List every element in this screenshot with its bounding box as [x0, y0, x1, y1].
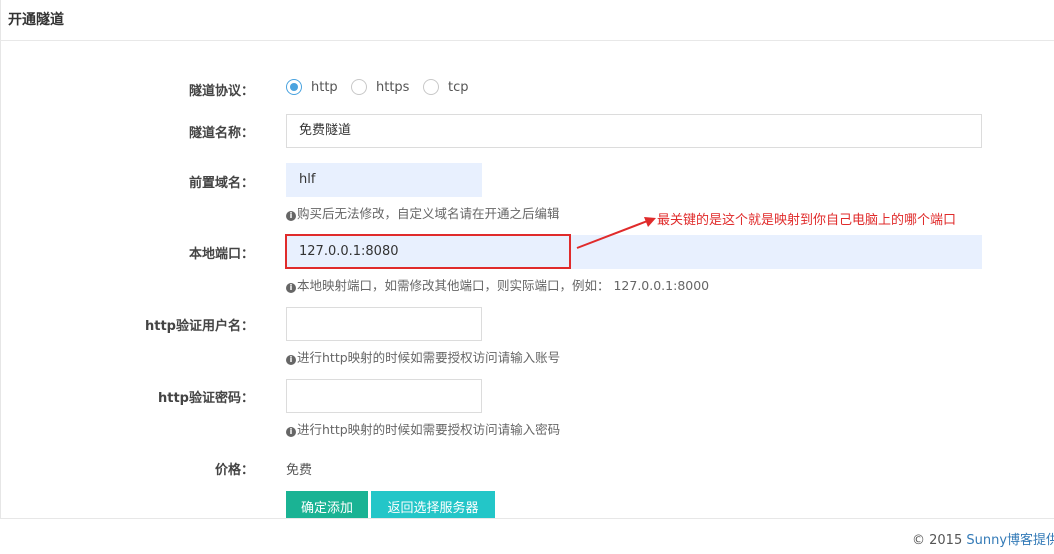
info-circle-icon: i: [286, 427, 296, 437]
radio-http[interactable]: [286, 79, 302, 95]
http-user-label: http验证用户名：: [145, 319, 254, 334]
domain-input[interactable]: hlf: [286, 163, 482, 197]
radio-https[interactable]: [351, 79, 367, 95]
domain-help: i 购买后无法修改，自定义域名请在开通之后编辑: [286, 203, 560, 222]
info-circle-icon: i: [286, 211, 296, 221]
domain-label: 前置域名：: [188, 176, 254, 191]
footer: © 2015 Sunny博客提供技: [0, 518, 1054, 554]
http-user-input[interactable]: [286, 307, 482, 341]
price-label: 价格：: [214, 463, 254, 478]
domain-help-text: 购买后无法修改，自定义域名请在开通之后编辑: [297, 206, 560, 221]
annotation-arrow: [576, 217, 656, 249]
footer-brand-link[interactable]: Sunny博客提供技: [966, 533, 1054, 548]
http-pass-input[interactable]: [286, 379, 482, 413]
tunnel-name-label: 隧道名称：: [188, 126, 254, 141]
panel-header: 开通隧道: [0, 0, 1054, 41]
local-port-help-text: 本地映射端口，如需修改其他端口，则实际端口，例如： 127.0.0.1:8000: [297, 278, 710, 293]
annotation-highlight-box: [285, 234, 571, 269]
radio-http-label[interactable]: http: [311, 80, 338, 95]
left-border: [0, 0, 1, 554]
local-port-help: i 本地映射端口，如需修改其他端口，则实际端口，例如： 127.0.0.1:800…: [286, 275, 709, 294]
http-pass-help: i 进行http映射的时候如需要授权访问请输入密码: [286, 419, 560, 438]
radio-https-label[interactable]: https: [376, 80, 409, 95]
protocol-label: 隧道协议：: [188, 84, 254, 99]
copyright-text: © 2015: [912, 533, 963, 548]
radio-tcp-label[interactable]: tcp: [448, 80, 469, 95]
tunnel-name-input[interactable]: 免费隧道: [286, 114, 982, 148]
local-port-label: 本地端口：: [188, 247, 254, 262]
radio-tcp[interactable]: [423, 79, 439, 95]
footer-text: © 2015 Sunny博客提供技: [912, 529, 1054, 548]
annotation-text: 最关键的是这个就是映射到你自己电脑上的哪个端口: [657, 213, 957, 228]
page-title: 开通隧道: [8, 12, 64, 28]
http-pass-help-text: 进行http映射的时候如需要授权访问请输入密码: [297, 422, 561, 437]
http-user-help: i 进行http映射的时候如需要授权访问请输入账号: [286, 347, 560, 366]
info-circle-icon: i: [286, 283, 296, 293]
price-value: 免费: [286, 463, 313, 478]
http-user-help-text: 进行http映射的时候如需要授权访问请输入账号: [297, 350, 561, 365]
info-circle-icon: i: [286, 355, 296, 365]
http-pass-label: http验证密码：: [158, 391, 254, 406]
